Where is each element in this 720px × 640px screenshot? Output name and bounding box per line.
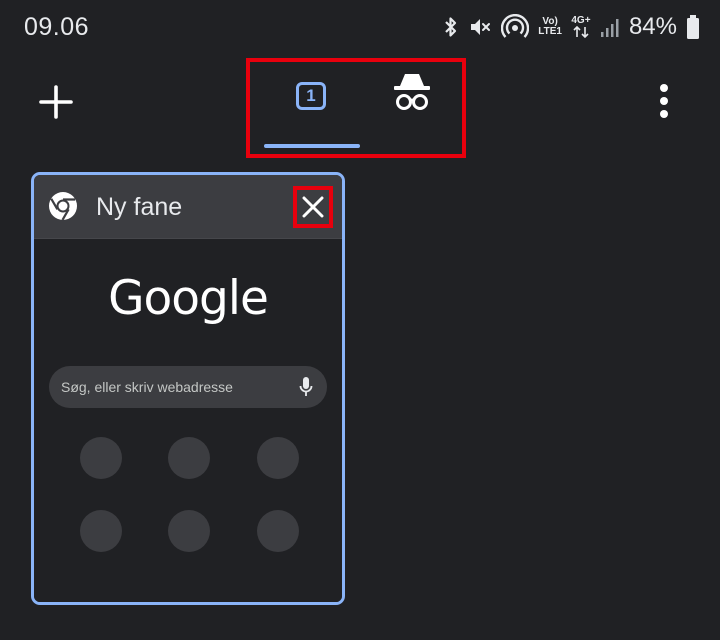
search-placeholder: Søg, eller skriv webadresse: [61, 379, 233, 395]
signal-top-label: 4G+: [571, 15, 591, 26]
tab-card-header: Ny fane: [34, 175, 342, 238]
chrome-icon: [48, 191, 78, 221]
battery-icon: [686, 14, 700, 40]
status-icons: Vo) LTE1 4G+ 84%: [443, 10, 700, 44]
close-tab-button[interactable]: [293, 186, 333, 228]
tab-normal-tabs[interactable]: 1: [264, 70, 364, 150]
tab-preview: Google Søg, eller skriv webadresse: [34, 238, 342, 602]
tab-title: Ny fane: [96, 193, 183, 221]
tab-count-icon: 1: [296, 82, 326, 110]
shortcut-tile[interactable]: [168, 437, 210, 479]
shortcut-tile[interactable]: [168, 510, 210, 552]
close-icon: [302, 196, 324, 218]
shortcut-tile[interactable]: [257, 437, 299, 479]
more-vert-icon: [660, 84, 668, 118]
battery-percent: 84%: [628, 13, 677, 40]
mic-icon[interactable]: [299, 376, 313, 398]
search-box[interactable]: Søg, eller skriv webadresse: [49, 366, 327, 408]
mute-icon: [468, 15, 492, 39]
new-tab-button[interactable]: [38, 84, 74, 120]
volte-icon: Vo) LTE1: [538, 17, 562, 37]
network-bottom-label: LTE1: [538, 26, 562, 37]
tab-selected-indicator: [264, 144, 360, 148]
shortcut-tile[interactable]: [257, 510, 299, 552]
incognito-icon: [394, 74, 430, 110]
google-logo: Google: [108, 271, 269, 326]
plus-icon: [39, 85, 73, 119]
status-time: 09.06: [24, 13, 90, 41]
shortcut-tile[interactable]: [80, 510, 122, 552]
bluetooth-icon: [443, 15, 459, 39]
4g-icon: 4G+: [571, 16, 591, 38]
hotspot-icon: [501, 14, 530, 40]
signal-icon: [600, 15, 620, 39]
tab-incognito[interactable]: [384, 70, 440, 130]
tab-mode-switcher: 1: [246, 58, 466, 158]
shortcut-tile[interactable]: [80, 437, 122, 479]
status-bar: 09.06 Vo) LTE1 4G+ 84%: [0, 0, 720, 54]
more-options-button[interactable]: [650, 82, 678, 122]
tab-card[interactable]: Ny fane Google Søg, eller skriv webadres…: [31, 172, 345, 605]
